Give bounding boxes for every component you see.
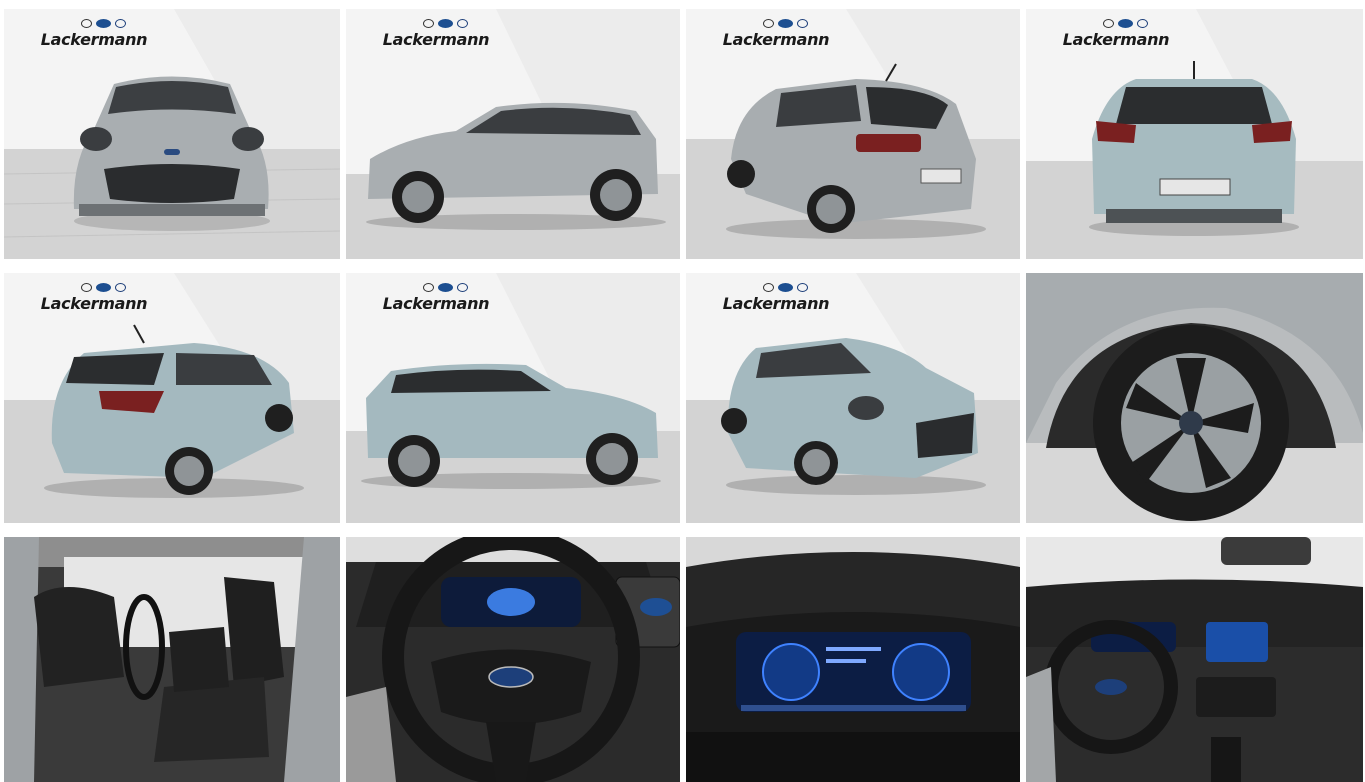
dealer-logo: Lackermann: [34, 17, 154, 49]
dealer-name: Lackermann: [382, 30, 490, 49]
ford-logo-icon: [95, 282, 111, 292]
photo-dashboard-view[interactable]: [1026, 537, 1363, 782]
hyundai-logo-icon: [114, 18, 126, 28]
dealer-name: Lackermann: [722, 294, 830, 313]
hyundai-logo-icon: [456, 282, 468, 292]
hyundai-logo-icon: [1136, 18, 1148, 28]
ford-logo-icon: [437, 282, 453, 292]
photo-interior-front-seats[interactable]: [4, 537, 340, 782]
photo-rear-three-quarter-view-2[interactable]: Lackermann: [4, 273, 340, 523]
opel-logo-icon: [422, 282, 434, 292]
ford-logo-icon: [437, 18, 453, 28]
ford-logo-icon: [777, 282, 793, 292]
hyundai-logo-icon: [796, 18, 808, 28]
ford-logo-icon: [777, 18, 793, 28]
dealer-name: Lackermann: [722, 30, 830, 49]
dealer-name: Lackermann: [382, 294, 490, 313]
photo-front-view[interactable]: Lackermann: [4, 9, 340, 259]
photo-wheel-closeup[interactable]: [1026, 273, 1363, 523]
dealer-logo: Lackermann: [716, 281, 836, 313]
hyundai-logo-icon: [796, 282, 808, 292]
photo-rear-view[interactable]: Lackermann: [1026, 9, 1363, 259]
opel-logo-icon: [1102, 18, 1114, 28]
hyundai-logo-icon: [456, 18, 468, 28]
dealer-name: Lackermann: [1062, 30, 1170, 49]
dealer-logo: Lackermann: [1056, 17, 1176, 49]
ford-logo-icon: [95, 18, 111, 28]
opel-logo-icon: [762, 282, 774, 292]
opel-logo-icon: [80, 282, 92, 292]
opel-logo-icon: [422, 18, 434, 28]
dealer-logo: Lackermann: [376, 17, 496, 49]
opel-logo-icon: [80, 18, 92, 28]
dealer-name: Lackermann: [40, 30, 148, 49]
photo-side-view-2[interactable]: Lackermann: [346, 273, 680, 523]
photo-steering-wheel-closeup[interactable]: [346, 537, 680, 782]
photo-front-three-quarter-view[interactable]: Lackermann: [686, 273, 1020, 523]
photo-gallery: Lackermann Lackermann Lackermann Lackerm…: [0, 0, 1365, 782]
opel-logo-icon: [762, 18, 774, 28]
photo-side-view[interactable]: Lackermann: [346, 9, 680, 259]
dealer-logo: Lackermann: [34, 281, 154, 313]
dealer-logo: Lackermann: [716, 17, 836, 49]
dealer-logo: Lackermann: [376, 281, 496, 313]
ford-logo-icon: [1117, 18, 1133, 28]
photo-instrument-cluster[interactable]: [686, 537, 1020, 782]
dealer-name: Lackermann: [40, 294, 148, 313]
photo-rear-three-quarter-view[interactable]: Lackermann: [686, 9, 1020, 259]
hyundai-logo-icon: [114, 282, 126, 292]
